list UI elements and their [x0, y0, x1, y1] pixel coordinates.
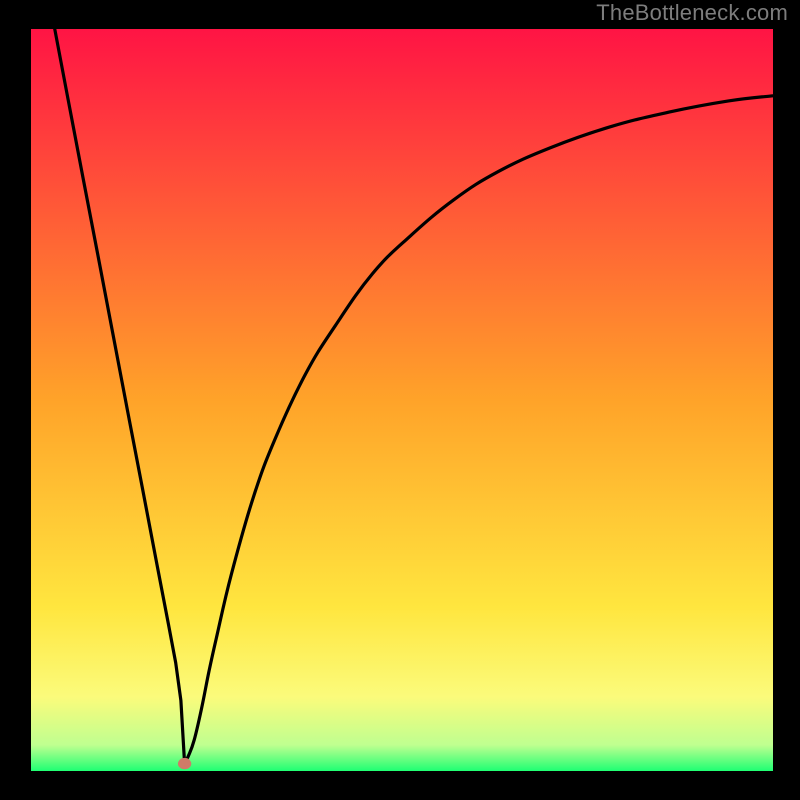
optimum-marker: [178, 758, 191, 769]
bottleneck-chart: [0, 0, 800, 800]
watermark-text: TheBottleneck.com: [596, 0, 788, 26]
plot-background: [31, 29, 773, 771]
chart-frame: TheBottleneck.com: [0, 0, 800, 800]
